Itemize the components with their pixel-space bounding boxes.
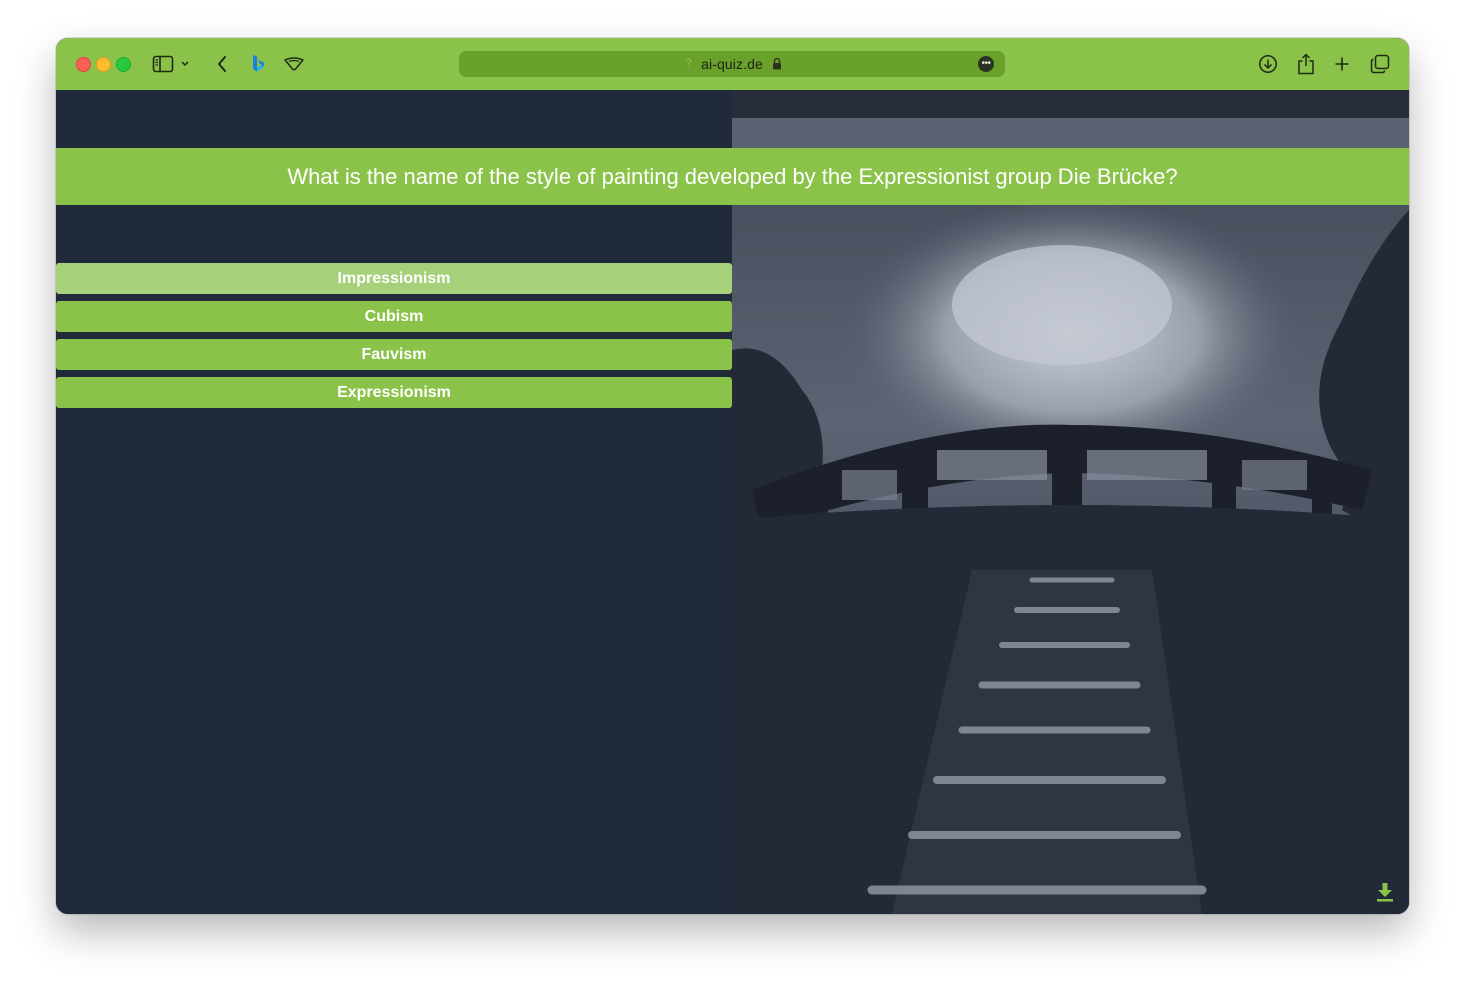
close-window-button[interactable] bbox=[76, 57, 91, 72]
chevron-down-icon[interactable] bbox=[178, 52, 192, 76]
question-text: What is the name of the style of paintin… bbox=[287, 163, 1178, 189]
back-icon[interactable] bbox=[210, 52, 234, 76]
browser-window: ? ai-quiz.de ••• Impressionism Cubism Fa… bbox=[56, 38, 1409, 914]
address-text: ai-quiz.de bbox=[701, 56, 763, 72]
maximize-window-button[interactable] bbox=[116, 57, 131, 72]
address-bar[interactable]: ? ai-quiz.de ••• bbox=[459, 51, 1005, 77]
quiz-image bbox=[732, 90, 1409, 914]
answers-pane: Impressionism Cubism Fauvism Expressioni… bbox=[56, 90, 732, 914]
browser-toolbar: ? ai-quiz.de ••• bbox=[56, 38, 1409, 90]
new-tab-icon[interactable] bbox=[1330, 52, 1354, 76]
bing-icon[interactable] bbox=[246, 52, 270, 76]
share-icon[interactable] bbox=[1294, 52, 1318, 76]
bridge-painting bbox=[732, 90, 1409, 914]
sidebar-icon[interactable] bbox=[151, 52, 175, 76]
download-icon[interactable] bbox=[1256, 52, 1280, 76]
answer-button[interactable]: Cubism bbox=[56, 301, 732, 332]
minimize-window-button[interactable] bbox=[96, 57, 111, 72]
more-icon[interactable]: ••• bbox=[978, 56, 994, 72]
answer-button[interactable]: Fauvism bbox=[56, 339, 732, 370]
answer-list: Impressionism Cubism Fauvism Expressioni… bbox=[56, 263, 732, 415]
answer-button[interactable]: Impressionism bbox=[56, 263, 732, 294]
question-banner: What is the name of the style of paintin… bbox=[56, 148, 1409, 205]
answer-button[interactable]: Expressionism bbox=[56, 377, 732, 408]
image-download-icon[interactable] bbox=[1375, 882, 1395, 902]
page-content: Impressionism Cubism Fauvism Expressioni… bbox=[56, 90, 1409, 914]
privacy-shield-icon[interactable] bbox=[282, 52, 306, 76]
tabs-overview-icon[interactable] bbox=[1368, 52, 1392, 76]
lock-icon bbox=[772, 57, 782, 75]
